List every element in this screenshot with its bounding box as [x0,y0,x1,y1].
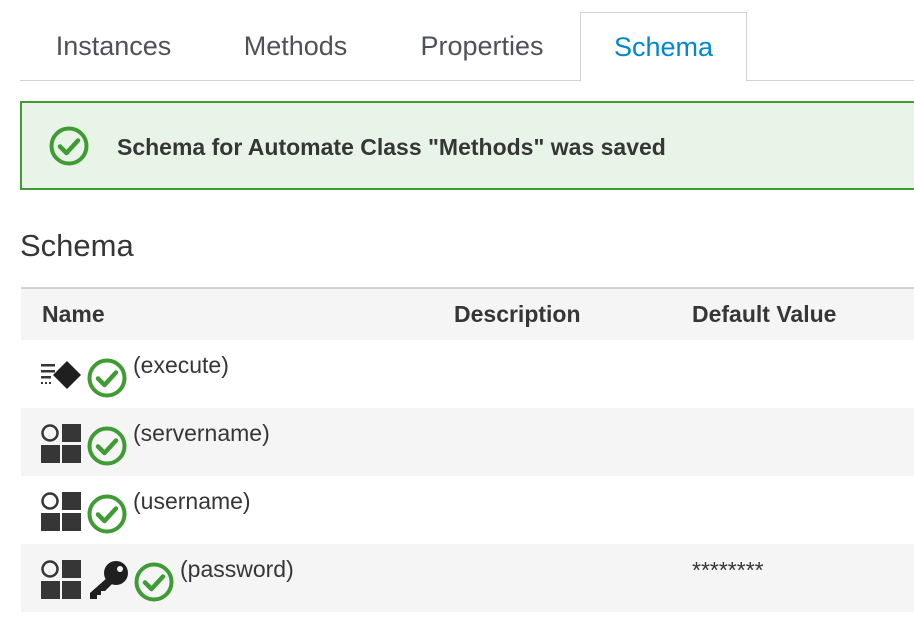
column-header-default-value[interactable]: Default Value [692,289,836,340]
table-header: Name Description Default Value [21,287,914,340]
method-icon [41,360,83,395]
tab-schema[interactable]: Schema [580,12,747,82]
column-header-name[interactable]: Name [42,289,105,340]
row-name: (execute) [133,352,229,378]
success-check-icon [87,358,127,403]
success-check-icon [87,426,127,471]
alert-message: Schema for Automate Class "Methods" was … [117,134,666,160]
table-row[interactable]: (execute) [21,340,914,408]
success-alert: Schema for Automate Class "Methods" was … [20,101,914,190]
success-check-icon [87,494,127,539]
row-name: (password) [180,556,294,582]
table-row[interactable]: (username) [21,476,914,544]
key-icon [86,560,130,605]
attribute-icon [41,424,83,469]
row-name: (username) [133,488,251,514]
tab-bar: Instances Methods Properties Schema [20,12,914,82]
attribute-icon [41,560,83,605]
row-default-value: ******** [692,557,764,583]
schema-table: Name Description Default Value (execute)… [21,287,914,612]
success-check-icon [134,562,174,607]
attribute-icon [41,492,83,537]
table-row[interactable]: (password) ******** [21,544,914,612]
tab-properties[interactable]: Properties [384,12,580,81]
table-row[interactable]: (servername) [21,408,914,476]
column-header-description[interactable]: Description [454,289,581,340]
page-title: Schema [20,228,134,263]
tab-methods[interactable]: Methods [207,12,384,81]
row-name: (servername) [133,420,270,446]
success-check-icon [49,126,89,171]
tab-instances[interactable]: Instances [20,12,207,81]
